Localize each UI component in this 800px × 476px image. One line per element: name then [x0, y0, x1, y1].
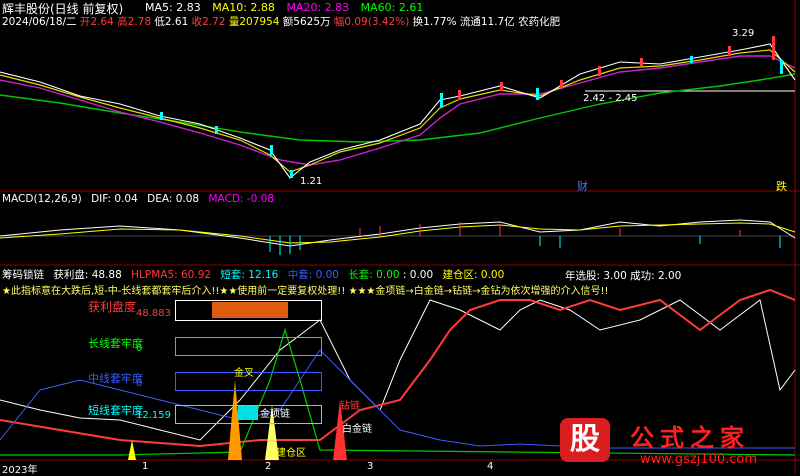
signal-jinxianglian: 金项链	[260, 409, 290, 420]
short-gauge-box	[175, 405, 322, 424]
quote-date: 2024/06/18/二	[2, 16, 77, 28]
signal-zuanlian: 钻链	[340, 401, 360, 412]
ma10-label: MA10: 2.88	[212, 1, 275, 14]
legend-blank: : 0.00	[402, 269, 434, 281]
long-gauge-value: 0	[136, 343, 143, 354]
quote-low: 低2.61	[154, 16, 189, 28]
long-gauge-box	[175, 337, 322, 356]
legend-profit: 获利盘: 48.88	[53, 269, 122, 281]
legend-jianqu: 建仓区: 0.00	[442, 269, 505, 281]
indicator-legend: 筹码锁链 获利盘: 48.88 HLPMA5: 60.92 短套: 12.16 …	[2, 267, 504, 282]
short-gauge-label: 短线套牢度	[88, 404, 143, 417]
marker-cai[interactable]: 财	[577, 178, 588, 194]
watermark-brand: 公式之家	[630, 424, 750, 452]
ma20-line	[0, 55, 796, 166]
legend-short: 短套: 12.16	[220, 269, 279, 281]
indicator-title: 筹码锁链	[2, 269, 44, 281]
mid-gauge-label: 中线套牢度	[88, 372, 143, 385]
ma60-label: MA60: 2.61	[360, 1, 424, 14]
quote-change: 幅0.09(3.42%)	[333, 16, 410, 28]
ma10-line	[0, 49, 796, 173]
ma20-label: MA20: 2.83	[286, 1, 350, 14]
short-gauge-value: 12.159	[136, 410, 171, 421]
quote-turnover: 换1.77%	[412, 16, 457, 28]
marker-die[interactable]: 跌	[776, 178, 787, 194]
macd-value: MACD: -0.08	[208, 193, 274, 205]
long-gauge-label: 长线套牢度	[88, 337, 143, 350]
signal-baijinlian: 白金链	[342, 424, 372, 435]
quote-high: 高2.78	[117, 16, 152, 28]
quote-close: 收2.72	[191, 16, 226, 28]
candles	[160, 36, 783, 178]
time-axis-tick-1: 1	[142, 461, 149, 472]
low-price-label: 1.21	[300, 176, 323, 187]
quote-open: 开2.64	[79, 16, 114, 28]
legend-long: 长套: 0.00	[348, 269, 400, 281]
quote-amount: 额5625万	[282, 16, 331, 28]
time-axis-tick-4: 4	[487, 461, 494, 472]
indicator-stats: 年选股: 3.00 成功: 2.00	[565, 270, 682, 282]
watermark-url: www.gszj100.com	[640, 452, 758, 467]
profit-gauge-value: 48.883	[136, 308, 171, 319]
mid-gauge-value: 0	[136, 378, 143, 389]
macd-title: MACD(12,26,9)	[2, 193, 82, 205]
legend-mid: 中套: 0.00	[287, 269, 339, 281]
profit-gauge-box	[175, 300, 322, 321]
small-spike	[128, 440, 136, 460]
time-axis-tick-3: 3	[367, 461, 374, 472]
time-axis-tick-2: 2	[265, 461, 272, 472]
quote-float: 流通11.7亿	[459, 16, 515, 28]
macd-dif: DIF: 0.04	[91, 193, 138, 205]
quote-sector: 农药化肥	[518, 16, 561, 28]
quote-volume: 量207954	[228, 16, 280, 28]
quote-info-bar: 2024/06/18/二 开2.64 高2.78 低2.61 收2.72 量20…	[2, 14, 560, 29]
range-label: 2.42 - 2.45	[583, 93, 638, 104]
macd-legend: MACD(12,26,9) DIF: 0.04 DEA: 0.08 MACD: …	[2, 193, 274, 205]
high-price-label: 3.29	[732, 28, 755, 39]
dif-line	[0, 219, 796, 247]
watermark-logo: 股	[560, 418, 610, 462]
legend-hlpma5: HLPMA5: 60.92	[131, 269, 212, 281]
macd-dea: DEA: 0.08	[147, 193, 200, 205]
signal-jincha: 金叉	[234, 368, 254, 379]
ma-legend: MA5: 2.83 MA10: 2.88 MA20: 2.83 MA60: 2.…	[145, 1, 423, 14]
profit-gauge-label: 获利盘度	[88, 300, 137, 314]
indicator-notice: ★此指标意在大跌后,短-中-长线套都套牢后介入!!★★使用前一定要复权处理!! …	[2, 286, 609, 297]
signal-jianqu: 建仓区	[276, 448, 306, 459]
ma5-label: MA5: 2.83	[145, 1, 201, 14]
